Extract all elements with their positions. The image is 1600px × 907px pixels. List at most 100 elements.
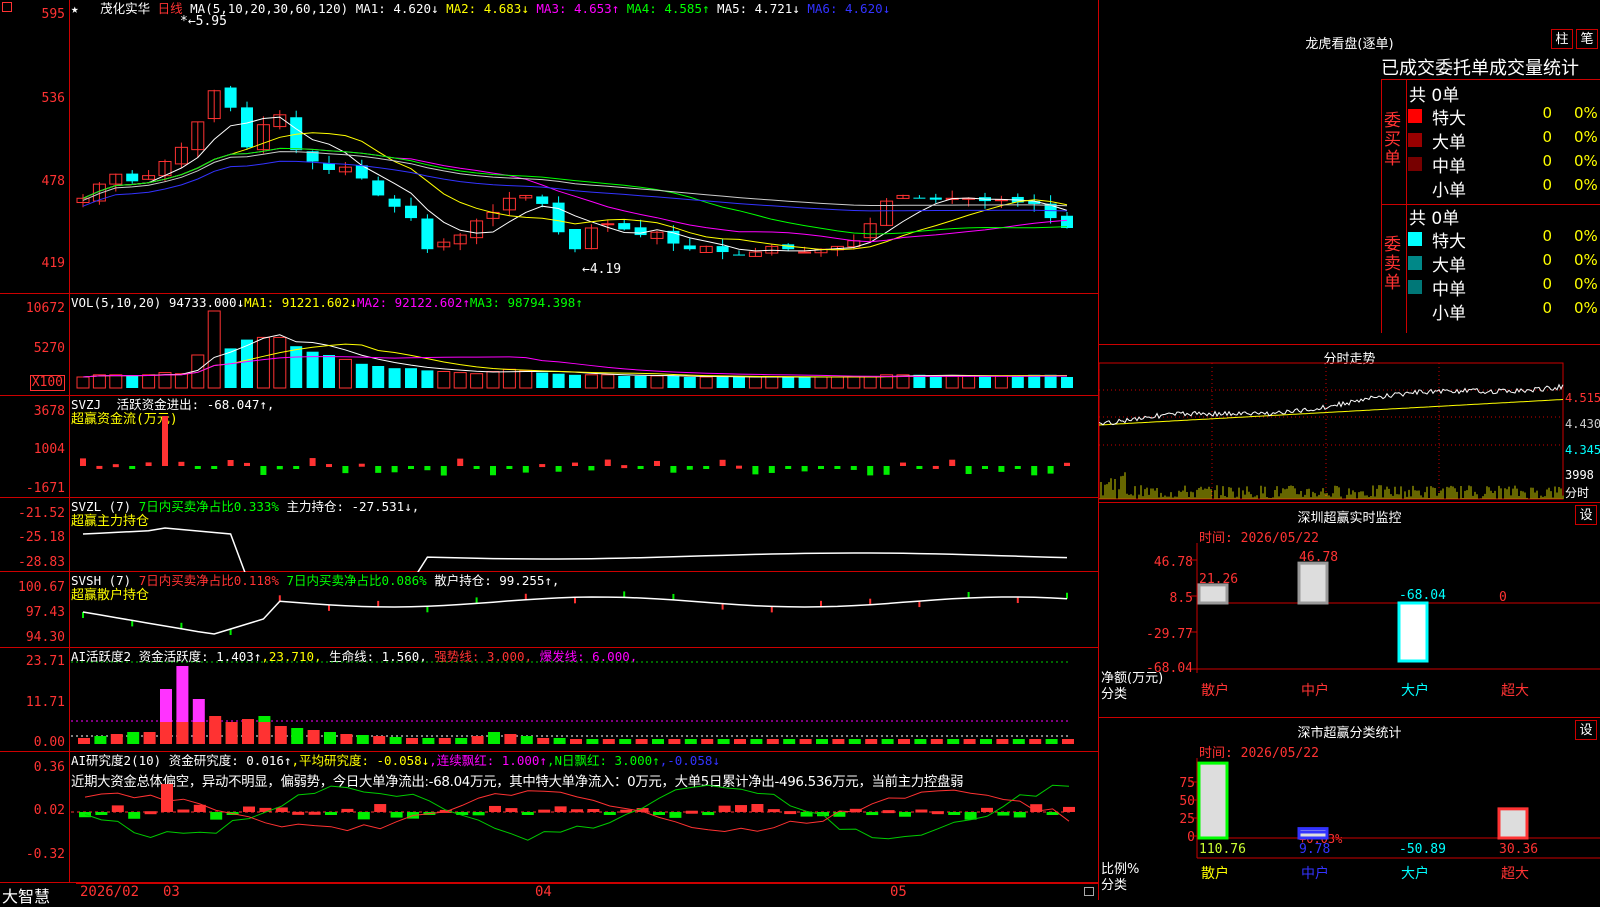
kline-chart[interactable] bbox=[0, 0, 1098, 294]
research-bar bbox=[308, 811, 321, 815]
research-bar bbox=[751, 804, 764, 812]
activity-bar bbox=[619, 739, 632, 744]
buy-total: 共 0单 bbox=[1409, 86, 1460, 106]
research-bar bbox=[538, 809, 551, 813]
color-swatch bbox=[1408, 280, 1422, 294]
flow-bar bbox=[998, 466, 1005, 472]
activity-bar bbox=[652, 739, 664, 744]
vol-bar bbox=[979, 375, 991, 388]
x-tick-label: 2026/02 bbox=[80, 884, 140, 900]
bar-mode-button[interactable]: 柱 bbox=[1551, 29, 1573, 49]
lhb-row-pct: 0% bbox=[1574, 176, 1598, 194]
monitor-bar-label: -68.04 bbox=[1399, 588, 1446, 603]
lhb-row: 小单 0 0% bbox=[1406, 176, 1600, 201]
flow-bar bbox=[654, 460, 660, 466]
research-bar bbox=[243, 806, 255, 812]
activity-bar bbox=[701, 739, 714, 744]
flow-bar bbox=[686, 466, 693, 470]
research-bar bbox=[899, 812, 911, 817]
candle bbox=[372, 180, 385, 196]
research-bar bbox=[1013, 812, 1026, 818]
vol-bar bbox=[765, 376, 779, 389]
vol-chart[interactable] bbox=[0, 294, 1098, 396]
activity-bar bbox=[898, 739, 910, 744]
activity-bar bbox=[914, 739, 927, 744]
vol-bar bbox=[584, 374, 598, 389]
x-axis-line bbox=[76, 883, 1098, 884]
research-bar bbox=[341, 808, 354, 812]
svzj-panel[interactable]: 3678 1004 -1671 SVZJ 活跃资金进出: -68.047↑, 超… bbox=[0, 396, 1098, 498]
ai-research-chart[interactable] bbox=[0, 752, 1098, 882]
svzj-chart[interactable] bbox=[0, 396, 1098, 498]
lhb-row-value: 0 bbox=[1542, 299, 1552, 317]
flow-bar bbox=[670, 466, 677, 473]
vol-bar bbox=[814, 376, 828, 389]
vol-panel[interactable]: 10672 5270 X100 VOL(5,10,20) 94733.000↓M… bbox=[0, 294, 1098, 396]
activity-bar bbox=[422, 738, 435, 744]
flow-bar bbox=[752, 466, 759, 475]
lhb-row-name: 特大 bbox=[1432, 109, 1466, 129]
lhb-row-pct: 0% bbox=[1574, 152, 1598, 170]
fenshi-panel[interactable]: 分时走势 4.515 4.430 4.345 3998 分时 bbox=[1099, 345, 1600, 503]
vol-bar bbox=[355, 363, 368, 388]
fenshi-chart[interactable] bbox=[1099, 345, 1600, 503]
vol-bar bbox=[1028, 374, 1041, 388]
lhb-row-pct: 0% bbox=[1574, 227, 1598, 245]
research-bar bbox=[587, 808, 600, 812]
research-bar bbox=[685, 810, 698, 814]
class-cat-label: 散户 bbox=[1201, 865, 1229, 882]
vol-bar bbox=[421, 370, 434, 388]
lhb-row-value: 0 bbox=[1542, 227, 1552, 245]
flow-bar bbox=[178, 461, 185, 466]
research-bar bbox=[292, 811, 305, 815]
ai-activity-panel[interactable]: 23.71 11.71 0.00 AI活跃度2 资金活跃度: 1.403↑,23… bbox=[0, 648, 1098, 752]
monitor-cat-label: 大户 bbox=[1401, 682, 1429, 699]
activity-bar bbox=[94, 736, 107, 744]
activity-bar bbox=[684, 739, 697, 744]
activity-bar bbox=[291, 728, 304, 744]
vol-bar bbox=[667, 375, 680, 388]
research-bar bbox=[603, 812, 616, 815]
vol-bar bbox=[552, 373, 565, 388]
vol-bar bbox=[76, 376, 90, 389]
svzl-chart[interactable] bbox=[0, 498, 1098, 572]
monitor-cat-label: 超大 bbox=[1501, 683, 1529, 699]
research-bar bbox=[735, 805, 747, 812]
research-bar bbox=[784, 811, 797, 815]
activity-bar bbox=[750, 739, 763, 744]
svzl-panel[interactable]: -21.52 -25.18 -28.83 SVZL (7) 7日内买卖净占比0.… bbox=[0, 498, 1098, 572]
research-bar bbox=[111, 805, 124, 812]
vol-bar bbox=[716, 377, 729, 388]
flow-bar bbox=[982, 466, 988, 469]
activity-bar bbox=[553, 738, 566, 744]
main-position-line bbox=[82, 527, 1068, 572]
activity-bar bbox=[110, 734, 123, 744]
sell-side-label-cell: 委卖单 bbox=[1382, 204, 1407, 333]
svsh-chart[interactable] bbox=[0, 572, 1098, 648]
flow-bar bbox=[162, 416, 168, 466]
color-swatch bbox=[1408, 256, 1422, 270]
research-bar bbox=[95, 812, 108, 815]
ai-activity-chart[interactable] bbox=[0, 648, 1098, 752]
svsh-panel[interactable]: 100.67 97.43 94.30 SVSH (7) 7日内买卖净占比0.11… bbox=[0, 572, 1098, 648]
research-bar bbox=[767, 809, 780, 813]
monitor-bar-label: 0 bbox=[1499, 590, 1507, 605]
activity-bar bbox=[848, 739, 861, 744]
class-bar bbox=[1197, 761, 1229, 840]
flow-bar bbox=[276, 466, 283, 470]
ai-research-panel[interactable]: 0.36 0.02 -0.32 AI研究度2(10) 资金研究度: 0.016↑… bbox=[0, 752, 1098, 882]
monitor-bar bbox=[1297, 561, 1329, 605]
monitor-bar bbox=[1397, 601, 1429, 663]
research-bar bbox=[997, 812, 1010, 816]
kline-panel[interactable]: 595 536 478 419 ★ 茂化实华 日线 MA(5,10,20,30,… bbox=[0, 0, 1098, 294]
activity-bar bbox=[504, 734, 517, 744]
activity-bar bbox=[930, 739, 943, 744]
tick-mode-button[interactable]: 笔 bbox=[1576, 29, 1598, 49]
monitor-cat-label: 中户 bbox=[1301, 682, 1329, 699]
lhb-row: 中单 0 0% bbox=[1406, 152, 1600, 177]
lock-icon[interactable] bbox=[1084, 887, 1094, 896]
activity-bar bbox=[340, 734, 353, 744]
flow-bar bbox=[194, 466, 201, 469]
color-swatch bbox=[1408, 304, 1422, 318]
class-cat-label: 大户 bbox=[1401, 865, 1429, 882]
